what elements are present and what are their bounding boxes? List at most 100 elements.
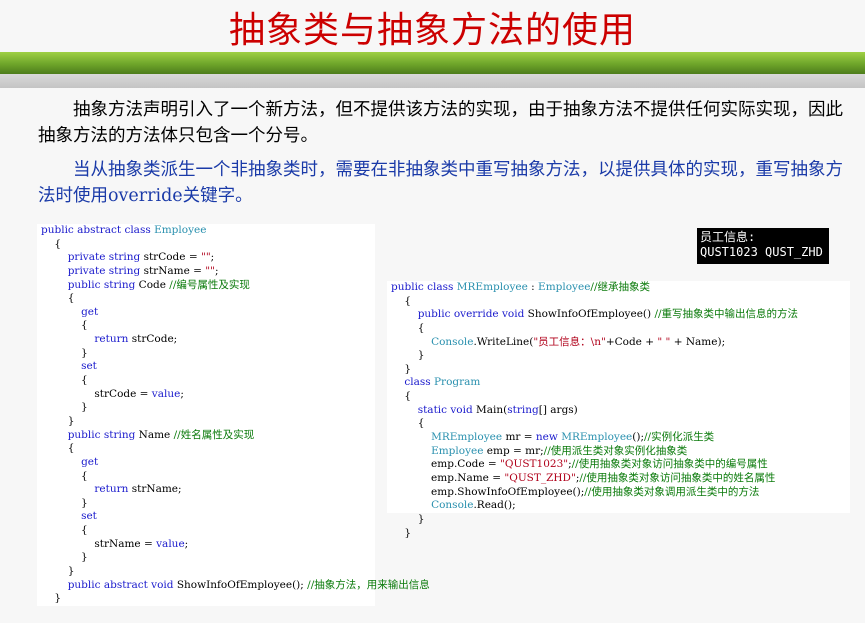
code-line: {	[41, 374, 371, 388]
code-token: Main(	[476, 403, 508, 416]
code-token: public override void	[417, 308, 528, 321]
code-line: {	[41, 292, 371, 306]
code-line: public abstract class Employee	[41, 224, 371, 238]
code-token: {	[391, 321, 425, 334]
code-token: //使用抽象类对象访问抽象类中的编号属性	[571, 458, 768, 471]
code-token: class	[404, 376, 434, 389]
code-token: }	[41, 401, 88, 414]
code-line: MREmployee mr = new MREmployee();//实例化派生…	[391, 431, 846, 445]
code-line: }	[41, 401, 371, 415]
code-token: {	[41, 469, 88, 482]
code-line: return strName;	[41, 483, 371, 497]
console-output: 员工信息: QUST1023 QUST_ZHD	[697, 228, 829, 264]
code-token: static void	[417, 403, 477, 416]
code-block-mremployee: public class MREmployee : Employee//继承抽象…	[387, 281, 850, 539]
code-token: [] args)	[538, 403, 578, 416]
code-token: :	[527, 281, 539, 293]
code-token: public string	[67, 278, 139, 291]
code-line: public abstract void ShowInfoOfEmployee(…	[41, 578, 430, 593]
code-token: ShowInfoOfEmployee();	[176, 578, 308, 591]
code-line: }	[41, 415, 371, 429]
code-token: //使用抽象类对象调用派生类中的方法	[584, 485, 760, 498]
code-token: ;	[210, 251, 215, 264]
header-band	[0, 52, 865, 74]
code-line: {	[391, 295, 846, 309]
code-token: Console	[431, 499, 474, 512]
code-line: }	[41, 592, 371, 606]
code-token: emp.Name =	[391, 471, 505, 484]
code-token: MREmployee	[431, 431, 503, 444]
code-token: strName =	[143, 264, 206, 277]
code-line: public override void ShowInfoOfEmployee(…	[391, 308, 846, 322]
code-line: class Program	[391, 376, 846, 390]
code-token: Name	[138, 428, 174, 441]
code-token: //实例化派生类	[644, 431, 715, 444]
code-token: }	[391, 526, 412, 539]
code-token: Employee	[154, 224, 207, 236]
code-token: ""	[205, 264, 215, 277]
code-token: private string	[67, 264, 144, 277]
code-token: set	[81, 360, 97, 373]
code-line: {	[391, 417, 846, 431]
code-line: }	[41, 565, 371, 579]
code-token: return	[94, 483, 132, 496]
slide: 抽象类与抽象方法的使用 抽象方法声明引入了一个新方法，但不提供该方法的实现，由于…	[0, 0, 865, 623]
code-line: emp.ShowInfoOfEmployee();//使用抽象类对象调用派生类中…	[391, 486, 846, 500]
code-token: {	[391, 390, 412, 403]
code-token: get	[81, 455, 99, 468]
code-token: string	[507, 403, 539, 416]
code-token: private string	[67, 251, 144, 264]
code-line: Console.Read();	[391, 499, 846, 513]
code-token: {	[41, 374, 88, 387]
code-token: + Name);	[670, 335, 726, 348]
code-token: emp.ShowInfoOfEmployee();	[391, 485, 585, 498]
code-line: }	[391, 363, 846, 377]
code-token: ""	[200, 251, 211, 264]
code-line: }	[41, 497, 371, 511]
code-token: get	[81, 305, 99, 318]
code-token: //重写抽象类中输出信息的方法	[654, 308, 799, 321]
code-token: Employee	[431, 444, 484, 457]
code-line: emp.Name = "QUST_ZHD";//使用抽象类对象访问抽象类中的姓名…	[391, 472, 846, 486]
code-line: }	[391, 527, 846, 541]
code-token: //继承抽象类	[590, 281, 650, 293]
code-line: strName = value;	[41, 538, 371, 552]
code-token: MREmployee	[456, 281, 528, 293]
code-token: " "	[657, 335, 671, 348]
code-block-employee: public abstract class Employee { private…	[37, 224, 430, 606]
code-line: {	[391, 322, 846, 336]
code-token: }	[391, 512, 425, 525]
code-line: strCode = value;	[41, 388, 371, 402]
code-line: }	[391, 349, 846, 363]
slide-title: 抽象类与抽象方法的使用	[228, 10, 636, 51]
code-line: set	[41, 360, 371, 374]
console-line: 员工信息:	[700, 230, 756, 244]
code-line: Console.WriteLine("员工信息：\n"+Code + " " +…	[391, 336, 846, 350]
code-token: emp = mr;	[483, 444, 544, 457]
code-line: }	[41, 551, 371, 565]
code-token: "QUST1023"	[500, 458, 569, 471]
code-token: "员工信息：\n"	[533, 335, 606, 348]
code-line: set	[41, 510, 371, 524]
code-token: new	[535, 431, 562, 444]
code-token: MREmployee	[561, 431, 633, 444]
code-line: private string strName = "";	[41, 265, 371, 279]
code-line: {	[41, 470, 371, 484]
code-line: {	[41, 442, 371, 456]
code-token: value	[151, 387, 181, 400]
code-token: {	[41, 237, 62, 250]
code-line: {	[391, 390, 846, 404]
code-line: public class MREmployee : Employee//继承抽象…	[391, 281, 846, 295]
code-token: value	[156, 537, 185, 550]
code-token: {	[41, 442, 75, 455]
